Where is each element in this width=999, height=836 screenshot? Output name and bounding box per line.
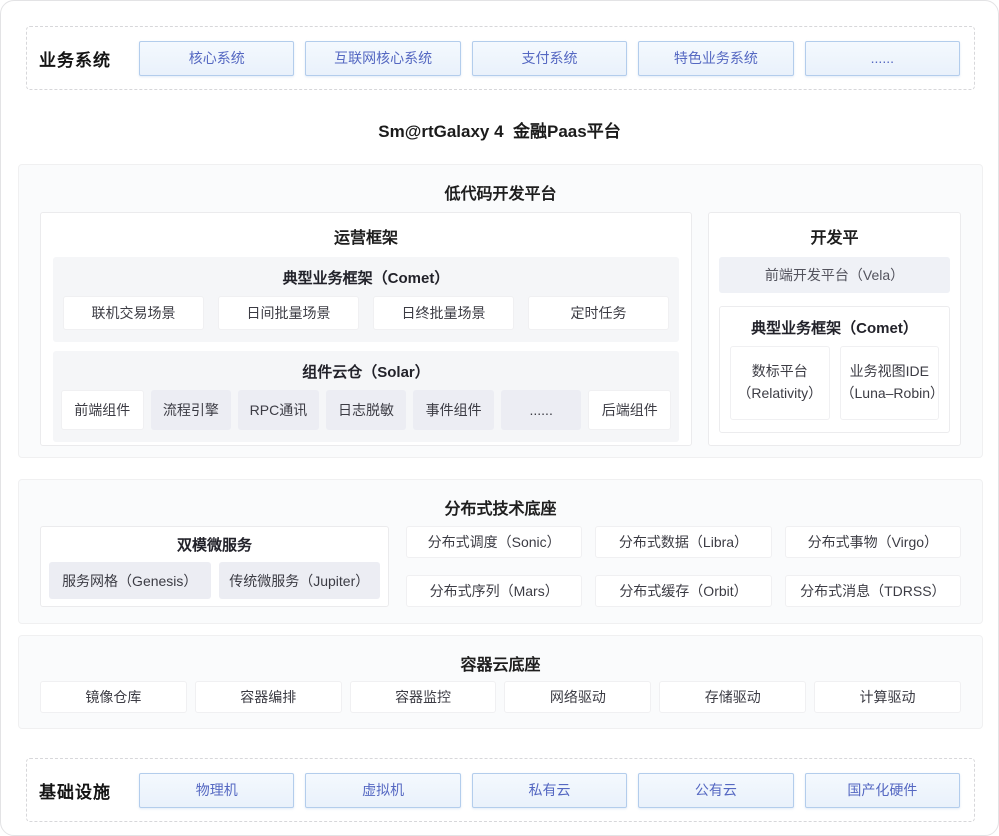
comet-scenario-row: 联机交易场景 日间批量场景 日终批量场景 定时任务 xyxy=(63,296,669,330)
btn-online-trading-scenario[interactable]: 联机交易场景 xyxy=(63,296,204,330)
chip-rpc-communication[interactable]: RPC通讯 xyxy=(238,390,319,430)
distributed-services-grid: 分布式调度（Sonic） 分布式数据（Libra） 分布式事物（Virgo） 分… xyxy=(406,526,961,607)
chip-event-component[interactable]: 事件组件 xyxy=(413,390,494,430)
business-systems-label: 业务系统 xyxy=(39,46,131,71)
chip-luna-robin-ide[interactable]: 业务视图IDE （Luna–Robin） xyxy=(840,346,940,420)
btn-domestic-hardware[interactable]: 国产化硬件 xyxy=(805,773,960,808)
relativity-line2: （Relativity） xyxy=(737,383,822,405)
chip-frontend-component[interactable]: 前端组件 xyxy=(61,390,144,430)
solar-component-cloud-title: 组件云仓（Solar） xyxy=(61,353,671,390)
chip-more-components-ellipsis[interactable]: ...... xyxy=(501,390,582,430)
comet-business-framework-panel: 典型业务框架（Comet） 联机交易场景 日间批量场景 日终批量场景 定时任务 xyxy=(53,257,679,342)
chip-process-engine[interactable]: 流程引擎 xyxy=(151,390,232,430)
container-cloud-title: 容器云底座 xyxy=(19,636,982,675)
operation-framework-title: 运营框架 xyxy=(41,213,691,257)
luna-robin-line1: 业务视图IDE xyxy=(850,361,929,383)
btn-public-cloud[interactable]: 公有云 xyxy=(638,773,793,808)
luna-robin-line2: （Luna–Robin） xyxy=(841,383,939,405)
operation-framework-box: 运营框架 典型业务框架（Comet） 联机交易场景 日间批量场景 日终批量场景 … xyxy=(40,212,692,446)
btn-virtual-machine[interactable]: 虚拟机 xyxy=(305,773,460,808)
chip-backend-component[interactable]: 后端组件 xyxy=(588,390,671,430)
btn-more-systems-ellipsis[interactable]: ...... xyxy=(805,41,960,76)
chip-relativity-platform[interactable]: 数标平台 （Relativity） xyxy=(730,346,830,420)
btn-daytime-batch-scenario[interactable]: 日间批量场景 xyxy=(218,296,359,330)
btn-network-driver[interactable]: 网络驱动 xyxy=(504,681,651,713)
business-systems-buttons: 核心系统 互联网核心系统 支付系统 特色业务系统 ...... xyxy=(139,41,960,76)
btn-internet-core-system[interactable]: 互联网核心系统 xyxy=(305,41,460,76)
infrastructure-label: 基础设施 xyxy=(39,778,131,803)
dual-mode-microservice-box: 双模微服务 服务网格（Genesis） 传统微服务（Jupiter） xyxy=(40,526,389,607)
btn-core-system[interactable]: 核心系统 xyxy=(139,41,294,76)
btn-payment-system[interactable]: 支付系统 xyxy=(472,41,627,76)
distributed-tech-section: 分布式技术底座 双模微服务 服务网格（Genesis） 传统微服务（Jupite… xyxy=(18,479,983,624)
btn-distributed-transaction-virgo[interactable]: 分布式事物（Virgo） xyxy=(785,526,961,558)
distributed-tech-title: 分布式技术底座 xyxy=(19,480,982,519)
distributed-body: 双模微服务 服务网格（Genesis） 传统微服务（Jupiter） 分布式调度… xyxy=(40,526,961,607)
btn-storage-driver[interactable]: 存储驱动 xyxy=(659,681,806,713)
solar-component-row: 前端组件 流程引擎 RPC通讯 日志脱敏 事件组件 ...... 后端组件 xyxy=(61,390,671,430)
dev-platform-title: 开发平 xyxy=(709,213,960,257)
btn-distributed-data-libra[interactable]: 分布式数据（Libra） xyxy=(595,526,771,558)
dev-comet-framework-title: 典型业务框架（Comet） xyxy=(730,309,939,346)
chip-traditional-microservice-jupiter[interactable]: 传统微服务（Jupiter） xyxy=(219,562,381,599)
low-code-platform-section: 低代码开发平台 运营框架 典型业务框架（Comet） 联机交易场景 日间批量场景… xyxy=(18,164,983,458)
btn-eod-batch-scenario[interactable]: 日终批量场景 xyxy=(373,296,514,330)
infrastructure-buttons: 物理机 虚拟机 私有云 公有云 国产化硬件 xyxy=(139,773,960,808)
architecture-diagram: 业务系统 核心系统 互联网核心系统 支付系统 特色业务系统 ...... Sm@… xyxy=(0,0,999,836)
page-title: Sm@rtGalaxy 4 金融Paas平台 xyxy=(1,117,998,142)
container-cloud-row: 镜像仓库 容器编排 容器监控 网络驱动 存储驱动 计算驱动 xyxy=(40,681,961,713)
low-code-platform-title: 低代码开发平台 xyxy=(19,165,982,204)
dev-comet-chip-row: 数标平台 （Relativity） 业务视图IDE （Luna–Robin） xyxy=(730,346,939,420)
btn-physical-machine[interactable]: 物理机 xyxy=(139,773,294,808)
btn-private-cloud[interactable]: 私有云 xyxy=(472,773,627,808)
infrastructure-row: 基础设施 物理机 虚拟机 私有云 公有云 国产化硬件 xyxy=(26,758,975,822)
business-systems-row: 业务系统 核心系统 互联网核心系统 支付系统 特色业务系统 ...... xyxy=(26,26,975,90)
container-cloud-section: 容器云底座 镜像仓库 容器编排 容器监控 网络驱动 存储驱动 计算驱动 xyxy=(18,635,983,729)
chip-log-masking[interactable]: 日志脱敏 xyxy=(326,390,407,430)
btn-container-orchestration[interactable]: 容器编排 xyxy=(195,681,342,713)
btn-distributed-cache-orbit[interactable]: 分布式缓存（Orbit） xyxy=(595,575,771,607)
btn-distributed-message-tdrss[interactable]: 分布式消息（TDRSS） xyxy=(785,575,961,607)
dev-platform-box: 开发平 前端开发平台（Vela） 典型业务框架（Comet） 数标平台 （Rel… xyxy=(708,212,961,446)
chip-service-mesh-genesis[interactable]: 服务网格（Genesis） xyxy=(49,562,211,599)
btn-scheduled-task[interactable]: 定时任务 xyxy=(528,296,669,330)
btn-distributed-scheduler-sonic[interactable]: 分布式调度（Sonic） xyxy=(406,526,582,558)
btn-compute-driver[interactable]: 计算驱动 xyxy=(814,681,961,713)
btn-special-business-system[interactable]: 特色业务系统 xyxy=(638,41,793,76)
btn-image-registry[interactable]: 镜像仓库 xyxy=(40,681,187,713)
btn-container-monitoring[interactable]: 容器监控 xyxy=(350,681,497,713)
dual-mode-microservice-title: 双模微服务 xyxy=(41,527,388,562)
low-code-body: 运营框架 典型业务框架（Comet） 联机交易场景 日间批量场景 日终批量场景 … xyxy=(40,212,961,446)
dual-mode-chip-row: 服务网格（Genesis） 传统微服务（Jupiter） xyxy=(41,562,388,599)
solar-component-cloud-panel: 组件云仓（Solar） 前端组件 流程引擎 RPC通讯 日志脱敏 事件组件 ..… xyxy=(53,351,679,442)
relativity-line1: 数标平台 xyxy=(752,361,808,383)
chip-frontend-dev-platform-vela[interactable]: 前端开发平台（Vela） xyxy=(719,257,950,293)
btn-distributed-sequence-mars[interactable]: 分布式序列（Mars） xyxy=(406,575,582,607)
comet-business-framework-title: 典型业务框架（Comet） xyxy=(63,259,669,296)
dev-comet-framework-box: 典型业务框架（Comet） 数标平台 （Relativity） 业务视图IDE … xyxy=(719,306,950,433)
